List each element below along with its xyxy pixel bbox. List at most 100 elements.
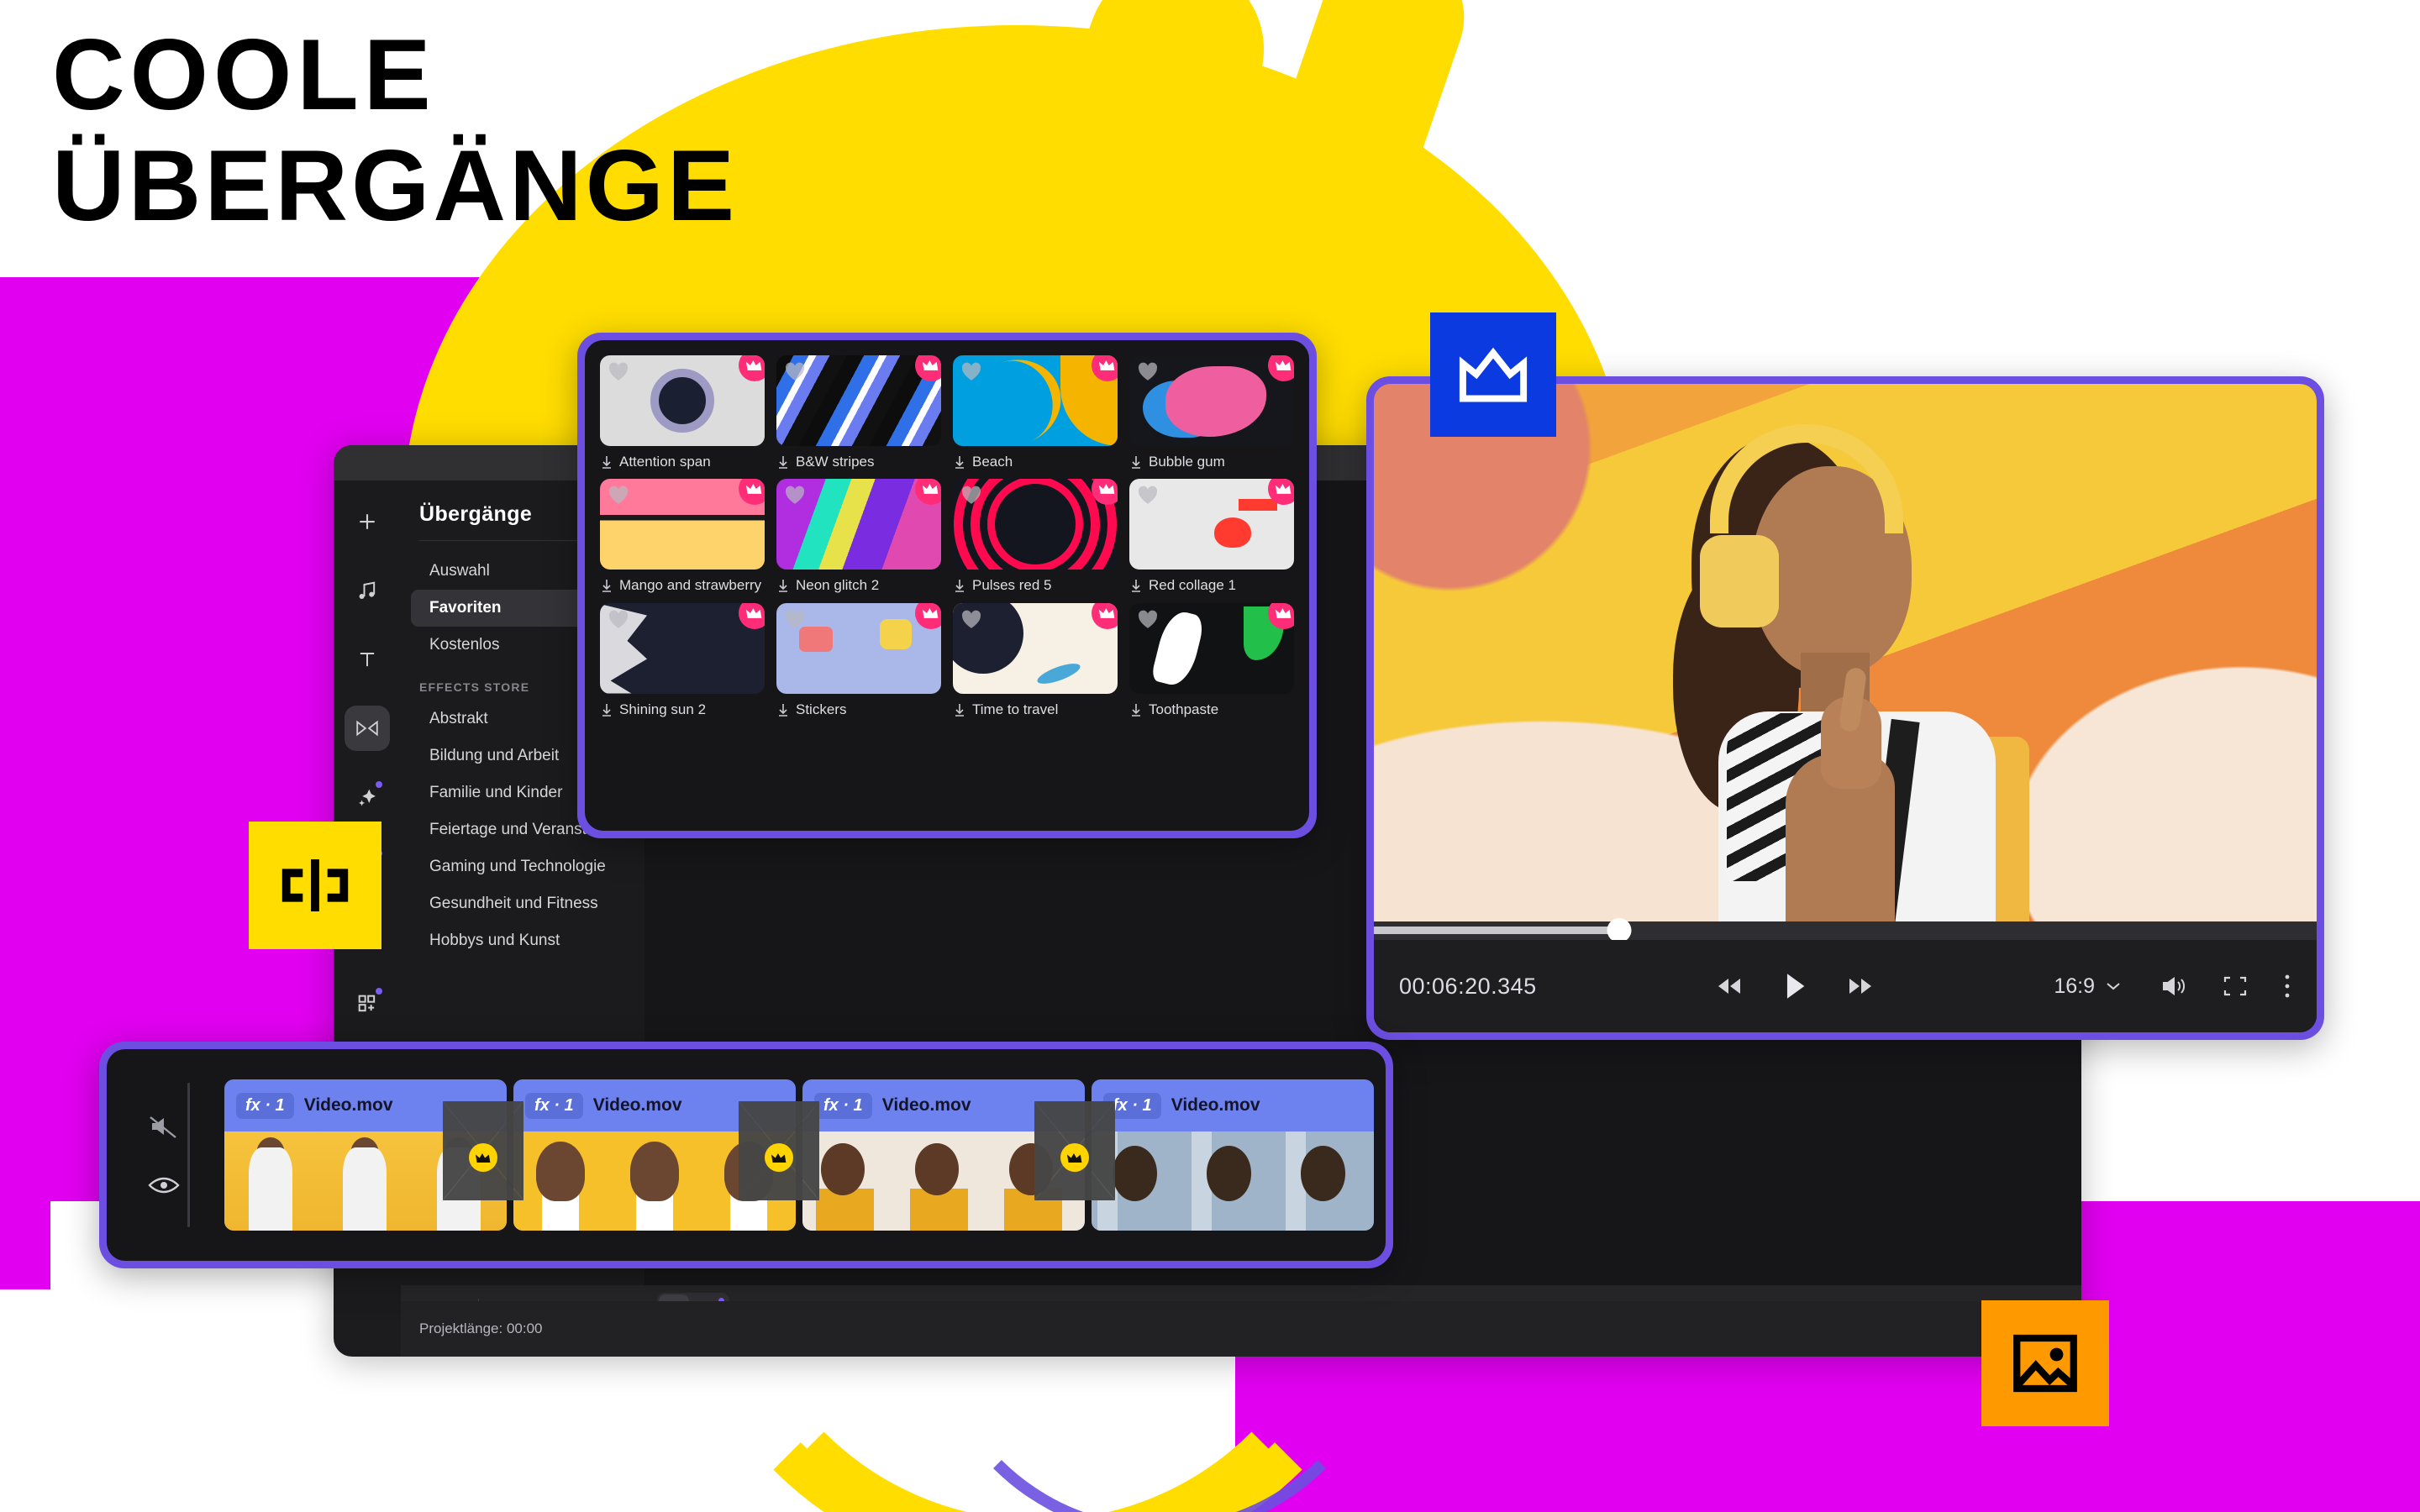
transitions-browser-panel: Attention span B&W stripes Beach Bubble … bbox=[577, 333, 1317, 838]
heart-icon[interactable] bbox=[608, 485, 629, 505]
heart-icon[interactable] bbox=[1137, 485, 1159, 505]
clip-fx-badge: fx · 1 bbox=[814, 1092, 872, 1119]
aspect-ratio-selector[interactable]: 16:9 bbox=[2054, 974, 2122, 999]
transition-card[interactable]: Pulses red 5 bbox=[953, 479, 1118, 594]
crown-badge-icon bbox=[915, 602, 941, 629]
download-icon[interactable] bbox=[953, 578, 966, 593]
transition-thumbnail[interactable] bbox=[953, 479, 1118, 570]
transition-label: Shining sun 2 bbox=[619, 701, 707, 717]
transition-card[interactable]: Neon glitch 2 bbox=[776, 479, 941, 594]
sidebar-item-text[interactable] bbox=[345, 637, 390, 682]
heart-icon[interactable] bbox=[960, 609, 982, 629]
track-header bbox=[118, 1113, 209, 1197]
play-button[interactable] bbox=[1783, 972, 1807, 1000]
download-icon[interactable] bbox=[776, 454, 790, 470]
download-icon[interactable] bbox=[1129, 702, 1143, 717]
transition-card[interactable]: Shining sun 2 bbox=[600, 602, 765, 718]
heart-icon[interactable] bbox=[608, 361, 629, 381]
crown-badge-icon bbox=[1092, 602, 1118, 629]
transition-thumbnail[interactable] bbox=[953, 602, 1118, 694]
transition-card[interactable]: Red collage 1 bbox=[1129, 479, 1294, 594]
volume-button[interactable] bbox=[2160, 974, 2187, 998]
magenta-block-bottom-left bbox=[0, 1201, 50, 1289]
fullscreen-button[interactable] bbox=[2223, 974, 2248, 998]
sidebar-item-add[interactable] bbox=[345, 499, 390, 544]
transition-badge bbox=[249, 822, 381, 949]
crown-badge-icon bbox=[739, 355, 765, 381]
transition-label: Mango and strawberry bbox=[619, 577, 762, 594]
more-options-button[interactable] bbox=[2283, 974, 2291, 999]
eye-icon[interactable] bbox=[147, 1173, 181, 1197]
transition-premium-marker[interactable] bbox=[765, 1143, 793, 1172]
transition-thumbnail[interactable] bbox=[776, 355, 941, 446]
progress-fill bbox=[1374, 927, 1619, 934]
transition-premium-marker[interactable] bbox=[469, 1143, 497, 1172]
download-icon[interactable] bbox=[600, 454, 613, 470]
transition-card[interactable]: Stickers bbox=[776, 602, 941, 718]
progress-handle[interactable] bbox=[1607, 918, 1632, 942]
heart-icon[interactable] bbox=[960, 361, 982, 381]
transition-label: Stickers bbox=[796, 701, 847, 717]
transition-thumbnail[interactable] bbox=[600, 355, 765, 446]
transition-thumbnail[interactable] bbox=[1129, 479, 1294, 570]
nav-item-gesundheit[interactable]: Gesundheit und Fitness bbox=[411, 885, 634, 922]
transition-card[interactable]: Beach bbox=[953, 355, 1118, 470]
sidebar-item-transitions[interactable] bbox=[345, 706, 390, 751]
plus-icon bbox=[355, 509, 380, 534]
download-icon[interactable] bbox=[953, 454, 966, 470]
video-preview-frame[interactable] bbox=[1374, 384, 2317, 921]
download-icon[interactable] bbox=[776, 702, 790, 717]
transition-card[interactable]: B&W stripes bbox=[776, 355, 941, 470]
timeline-clip[interactable]: fx · 1 Video.mov bbox=[1092, 1079, 1374, 1231]
download-icon[interactable] bbox=[776, 578, 790, 593]
heart-icon[interactable] bbox=[960, 485, 982, 505]
transition-icon bbox=[355, 716, 380, 741]
transition-premium-marker[interactable] bbox=[1060, 1143, 1089, 1172]
sidebar-item-apps[interactable] bbox=[345, 981, 390, 1026]
clip-filename: Video.mov bbox=[303, 1095, 393, 1115]
download-icon[interactable] bbox=[1129, 578, 1143, 593]
download-icon[interactable] bbox=[600, 702, 613, 717]
apps-grid-plus-icon bbox=[355, 992, 379, 1016]
crown-badge-icon bbox=[915, 479, 941, 506]
fast-forward-button[interactable] bbox=[1845, 975, 1874, 997]
transition-label: Time to travel bbox=[972, 701, 1059, 717]
transition-thumbnail[interactable] bbox=[1129, 602, 1294, 694]
heart-icon[interactable] bbox=[608, 609, 629, 629]
transition-card[interactable]: Bubble gum bbox=[1129, 355, 1294, 470]
transition-card[interactable]: Mango and strawberry bbox=[600, 479, 765, 594]
transition-thumbnail[interactable] bbox=[776, 479, 941, 570]
rewind-button[interactable] bbox=[1716, 975, 1744, 997]
heart-icon[interactable] bbox=[784, 485, 806, 505]
transition-card[interactable]: Attention span bbox=[600, 355, 765, 470]
headline-line-1: COOLE bbox=[52, 18, 436, 131]
clip-thumbnail-strip bbox=[1092, 1131, 1374, 1231]
download-icon[interactable] bbox=[600, 578, 613, 593]
transition-thumbnail[interactable] bbox=[776, 602, 941, 694]
timecode-display: 00:06:20.345 bbox=[1399, 973, 1537, 999]
transition-thumbnail[interactable] bbox=[1129, 355, 1294, 446]
playback-progress-bar[interactable] bbox=[1374, 918, 2317, 942]
heart-icon[interactable] bbox=[784, 361, 806, 381]
heart-icon[interactable] bbox=[784, 609, 806, 629]
sidebar-item-effects[interactable] bbox=[345, 774, 390, 820]
sidebar-item-audio[interactable] bbox=[345, 568, 390, 613]
transition-label: Toothpaste bbox=[1149, 701, 1219, 717]
crown-badge-icon bbox=[1092, 479, 1118, 506]
heart-icon[interactable] bbox=[1137, 361, 1159, 381]
transition-thumbnail[interactable] bbox=[600, 602, 765, 694]
clip-fx-badge: fx · 1 bbox=[236, 1092, 294, 1119]
project-length-label: Projektlänge: 00:00 bbox=[419, 1320, 543, 1336]
download-icon[interactable] bbox=[953, 702, 966, 717]
heart-icon[interactable] bbox=[1137, 609, 1159, 629]
transition-thumbnail[interactable] bbox=[953, 355, 1118, 446]
player-controls: 00:06:20.345 16:9 bbox=[1374, 940, 2317, 1032]
download-icon[interactable] bbox=[1129, 454, 1143, 470]
mute-icon[interactable] bbox=[147, 1113, 181, 1140]
crown-badge-icon bbox=[1268, 355, 1294, 381]
transition-card[interactable]: Time to travel bbox=[953, 602, 1118, 718]
nav-item-gaming[interactable]: Gaming und Technologie bbox=[411, 848, 634, 885]
transition-card[interactable]: Toothpaste bbox=[1129, 602, 1294, 718]
nav-item-hobbys[interactable]: Hobbys und Kunst bbox=[411, 922, 634, 959]
transition-thumbnail[interactable] bbox=[600, 479, 765, 570]
